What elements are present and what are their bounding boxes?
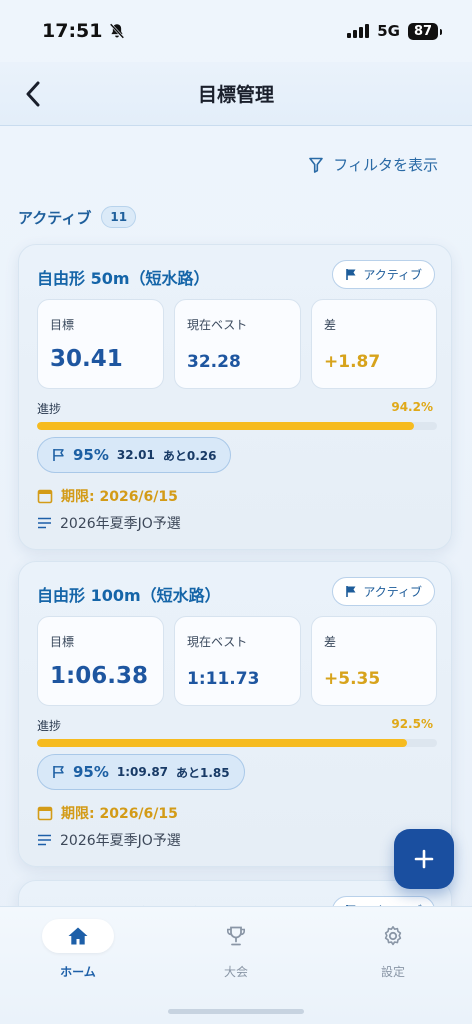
status-label: アクティブ [363, 585, 422, 599]
bell-muted-icon [110, 23, 125, 39]
home-icon [68, 927, 88, 945]
tab-label: ホーム [60, 965, 96, 979]
progress-fill [37, 739, 407, 747]
flag-icon [346, 586, 356, 597]
home-indicator [168, 1009, 304, 1014]
progress-percent: 92.5% [391, 717, 433, 731]
progress-label: 進捗 [37, 402, 62, 416]
tab-meets[interactable]: 大会 [181, 919, 291, 980]
notes-icon [38, 517, 51, 529]
best-value: 1:11.73 [187, 669, 260, 689]
status-indicators: 5G 87 [347, 22, 442, 40]
back-button[interactable] [20, 80, 46, 108]
target-box: 目標 30.41 [37, 299, 164, 389]
tab-label: 大会 [223, 965, 248, 979]
calendar-icon [37, 806, 53, 821]
target-value: 1:06.38 [50, 663, 148, 689]
tab-label: 設定 [380, 965, 405, 979]
filter-label: フィルタを表示 [333, 156, 438, 174]
tab-settings[interactable]: 設定 [338, 919, 448, 980]
calendar-icon [37, 489, 53, 504]
battery-icon: 87 [408, 22, 442, 40]
best-box: 現在ベスト 32.28 [174, 299, 301, 389]
diff-value: +1.87 [324, 352, 381, 372]
meet-info: 2026年夏季JO予選 [37, 830, 181, 850]
flag-icon [346, 269, 356, 280]
meet-info: 2026年夏季JO予選 [37, 513, 181, 533]
tab-icon-wrap [357, 919, 429, 953]
status-time: 17:51 [42, 20, 103, 42]
milestone-time: 1:09.87 [116, 765, 169, 779]
meet-text: 2026年夏季JO予選 [60, 516, 181, 532]
tab-icon-wrap [42, 919, 114, 953]
milestone-chip[interactable]: 95% 32.01 あと0.26 [37, 437, 232, 473]
network-type: 5G [377, 22, 400, 40]
status-time-group: 17:51 [42, 20, 126, 42]
section-header: アクティブ 11 [18, 206, 137, 228]
target-value: 30.41 [50, 346, 123, 372]
progress-bar [37, 739, 437, 747]
trophy-icon [226, 926, 246, 946]
status-bar: 17:51 5G 87 [0, 0, 472, 62]
diff-value: +5.35 [324, 669, 381, 689]
diff-box: 差 +5.35 [311, 616, 437, 706]
deadline: 期限: 2026/6/15 [37, 486, 178, 506]
diff-label: 差 [324, 635, 337, 649]
section-title: アクティブ [18, 208, 92, 227]
tab-bar: ホーム 大会 設定 [0, 906, 472, 1024]
add-goal-button[interactable] [394, 829, 454, 889]
goal-card[interactable]: 自由形 100m（短水路） アクティブ 目標 1:06.38 現在ベスト 1:1… [18, 561, 452, 867]
diff-label: 差 [324, 318, 337, 332]
nav-header: 目標管理 [0, 62, 472, 126]
notes-icon [38, 834, 51, 846]
target-label: 目標 [50, 635, 75, 649]
page-title: 目標管理 [197, 84, 274, 106]
milestone-remaining: あと1.85 [176, 765, 230, 780]
gear-icon [384, 926, 402, 946]
deadline: 期限: 2026/6/15 [37, 803, 178, 823]
deadline-text: 期限: 2026/6/15 [61, 489, 178, 505]
best-value: 32.28 [187, 352, 241, 372]
meet-text: 2026年夏季JO予選 [60, 833, 181, 849]
milestone-remaining: あと0.26 [162, 448, 217, 463]
tab-icon-wrap [200, 919, 272, 953]
milestone-chip[interactable]: 95% 1:09.87 あと1.85 [37, 754, 245, 790]
count-badge: 11 [101, 206, 137, 228]
milestone-time: 32.01 [116, 448, 155, 462]
plus-icon [414, 849, 434, 869]
diff-box: 差 +1.87 [311, 299, 437, 389]
filter-icon [309, 157, 324, 173]
best-label: 現在ベスト [187, 318, 248, 332]
target-box: 目標 1:06.38 [37, 616, 164, 706]
status-badge[interactable]: アクティブ [332, 577, 435, 606]
target-label: 目標 [50, 318, 75, 332]
status-badge[interactable]: アクティブ [332, 260, 435, 289]
goal-card[interactable]: 自由形 50m（短水路） アクティブ 目標 30.41 現在ベスト 32.28 … [18, 244, 452, 550]
chevron-left-icon [26, 81, 40, 107]
flag-outline-icon [53, 449, 64, 461]
best-box: 現在ベスト 1:11.73 [174, 616, 301, 706]
progress-bar [37, 422, 437, 430]
progress-percent: 94.2% [391, 400, 433, 414]
milestone-percent: 95% [73, 763, 109, 781]
flag-outline-icon [53, 766, 64, 778]
status-label: アクティブ [363, 268, 422, 282]
filter-button[interactable]: フィルタを表示 [309, 154, 438, 175]
progress-label: 進捗 [37, 719, 62, 733]
goal-title: 自由形 50m（短水路） [37, 269, 210, 288]
deadline-text: 期限: 2026/6/15 [61, 806, 178, 822]
best-label: 現在ベスト [187, 635, 248, 649]
tab-home[interactable]: ホーム [23, 919, 133, 980]
progress-fill [37, 422, 414, 430]
milestone-percent: 95% [73, 446, 109, 464]
goal-title: 自由形 100m（短水路） [37, 586, 221, 605]
signal-icon [347, 24, 370, 38]
